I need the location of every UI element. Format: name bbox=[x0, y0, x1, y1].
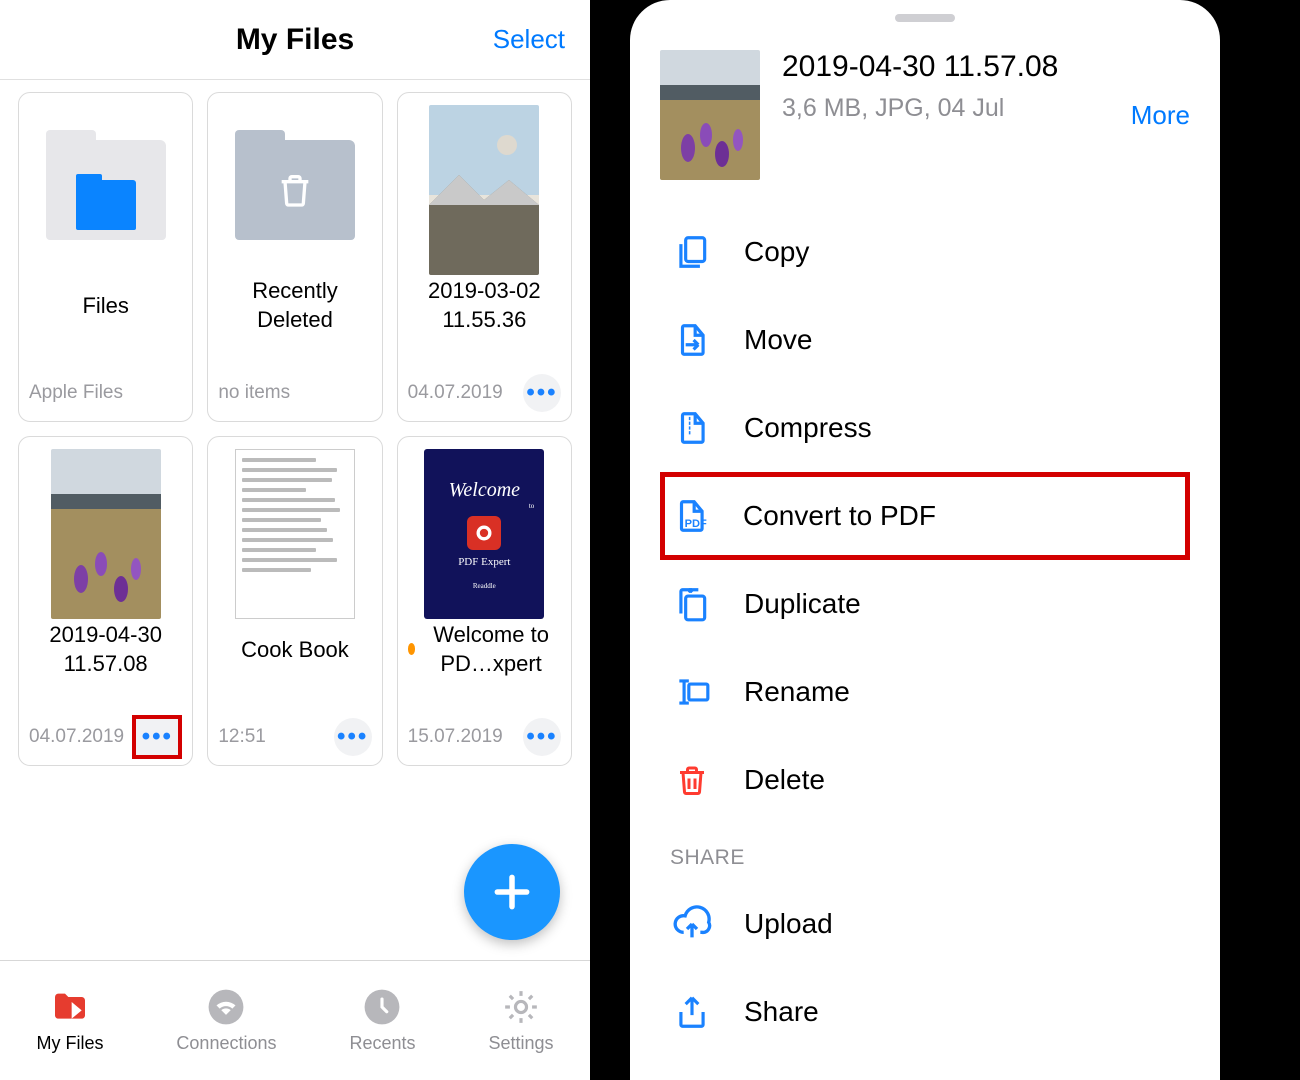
move-icon bbox=[670, 318, 714, 362]
svg-text:PDF: PDF bbox=[685, 518, 707, 530]
pdf-icon: PDF bbox=[669, 494, 713, 538]
action-label: Convert to PDF bbox=[743, 500, 936, 532]
action-rename[interactable]: Rename bbox=[630, 648, 1220, 736]
file-grid: Files Apple Files Recently Deleted no it… bbox=[0, 80, 590, 960]
folder-icon bbox=[29, 105, 182, 275]
photo-thumbnail bbox=[408, 105, 561, 275]
nav-bar: My Files Select bbox=[0, 0, 590, 80]
more-link[interactable]: More bbox=[1131, 100, 1190, 131]
sheet-header: 2019-04-30 11.57.08 3,6 MB, JPG, 04 Jul … bbox=[630, 30, 1220, 208]
file-thumbnail bbox=[660, 50, 760, 180]
action-delete[interactable]: Delete bbox=[630, 736, 1220, 824]
myfiles-icon bbox=[50, 987, 90, 1027]
card-sub: 04.07.2019 bbox=[408, 382, 503, 404]
action-duplicate[interactable]: Duplicate bbox=[630, 560, 1220, 648]
card-sub: Apple Files bbox=[29, 382, 123, 404]
file-subtitle: 3,6 MB, JPG, 04 Jul bbox=[782, 94, 1109, 123]
card-sub: 12:51 bbox=[218, 726, 266, 748]
share-icon bbox=[670, 990, 714, 1034]
folder-deleted[interactable]: Recently Deleted no items bbox=[207, 92, 382, 422]
tab-bar: My Files Connections Recents Settings bbox=[0, 960, 590, 1080]
file-welcome-pdf[interactable]: Welcome to PDF Expert Readdle Welcome to… bbox=[397, 436, 572, 766]
action-move[interactable]: Move bbox=[630, 296, 1220, 384]
action-label: Copy bbox=[744, 236, 809, 268]
share-section-label: SHARE bbox=[630, 824, 1220, 880]
action-sheet: 2019-04-30 11.57.08 3,6 MB, JPG, 04 Jul … bbox=[630, 0, 1220, 1080]
action-label: Compress bbox=[744, 412, 872, 444]
wifi-icon bbox=[206, 987, 246, 1027]
card-title: Recently Deleted bbox=[218, 275, 371, 337]
action-share[interactable]: Share bbox=[630, 968, 1220, 1056]
folder-files[interactable]: Files Apple Files bbox=[18, 92, 193, 422]
action-list: Copy Move Compress PDF Convert to PDF Du… bbox=[630, 208, 1220, 1056]
tab-settings[interactable]: Settings bbox=[488, 987, 553, 1054]
action-upload[interactable]: Upload bbox=[630, 880, 1220, 968]
gear-icon bbox=[501, 987, 541, 1027]
photo-thumbnail bbox=[29, 449, 182, 619]
card-title: Cook Book bbox=[218, 619, 371, 681]
action-label: Move bbox=[744, 324, 812, 356]
page-title: My Files bbox=[236, 23, 354, 57]
tab-connections[interactable]: Connections bbox=[176, 987, 276, 1054]
trash-icon bbox=[670, 758, 714, 802]
file-cookbook[interactable]: Cook Book 12:51 ••• bbox=[207, 436, 382, 766]
card-title: 2019-03-02 11.55.36 bbox=[408, 275, 561, 337]
card-title: 2019-04-30 11.57.08 bbox=[29, 619, 182, 681]
action-label: Share bbox=[744, 996, 819, 1028]
more-button[interactable]: ••• bbox=[334, 718, 372, 756]
tab-label: Recents bbox=[349, 1033, 415, 1054]
action-label: Upload bbox=[744, 908, 833, 940]
tab-label: Connections bbox=[176, 1033, 276, 1054]
tab-myfiles[interactable]: My Files bbox=[36, 987, 103, 1054]
file-photo-flowers[interactable]: 2019-04-30 11.57.08 04.07.2019 ••• bbox=[18, 436, 193, 766]
action-label: Duplicate bbox=[744, 588, 861, 620]
copy-icon bbox=[670, 230, 714, 274]
document-thumbnail bbox=[218, 449, 371, 619]
compress-icon bbox=[670, 406, 714, 450]
rename-icon bbox=[670, 670, 714, 714]
file-photo-balloon[interactable]: 2019-03-02 11.55.36 04.07.2019 ••• bbox=[397, 92, 572, 422]
tab-recents[interactable]: Recents bbox=[349, 987, 415, 1054]
card-title: Files bbox=[29, 275, 182, 337]
action-label: Rename bbox=[744, 676, 850, 708]
action-compress[interactable]: Compress bbox=[630, 384, 1220, 472]
action-label: Delete bbox=[744, 764, 825, 796]
tab-label: My Files bbox=[36, 1033, 103, 1054]
add-button[interactable] bbox=[464, 844, 560, 940]
card-sub: no items bbox=[218, 382, 290, 404]
more-button-highlighted[interactable]: ••• bbox=[132, 715, 182, 759]
clock-icon bbox=[362, 987, 402, 1027]
select-button[interactable]: Select bbox=[493, 24, 565, 55]
card-title: Welcome to PD…xpert bbox=[408, 619, 561, 681]
files-screen: My Files Select Files Apple Files Rece bbox=[0, 0, 590, 1080]
more-button[interactable]: ••• bbox=[523, 374, 561, 412]
card-sub: 15.07.2019 bbox=[408, 726, 503, 748]
trash-folder-icon bbox=[218, 105, 371, 275]
pdf-thumbnail: Welcome to PDF Expert Readdle bbox=[408, 449, 561, 619]
action-convert-pdf-highlighted[interactable]: PDF Convert to PDF bbox=[660, 472, 1190, 560]
duplicate-icon bbox=[670, 582, 714, 626]
tab-label: Settings bbox=[488, 1033, 553, 1054]
card-sub: 04.07.2019 bbox=[29, 726, 124, 748]
drag-handle[interactable] bbox=[895, 14, 955, 22]
file-title: 2019-04-30 11.57.08 bbox=[782, 50, 1109, 84]
upload-icon bbox=[670, 902, 714, 946]
more-button[interactable]: ••• bbox=[523, 718, 561, 756]
action-copy[interactable]: Copy bbox=[630, 208, 1220, 296]
